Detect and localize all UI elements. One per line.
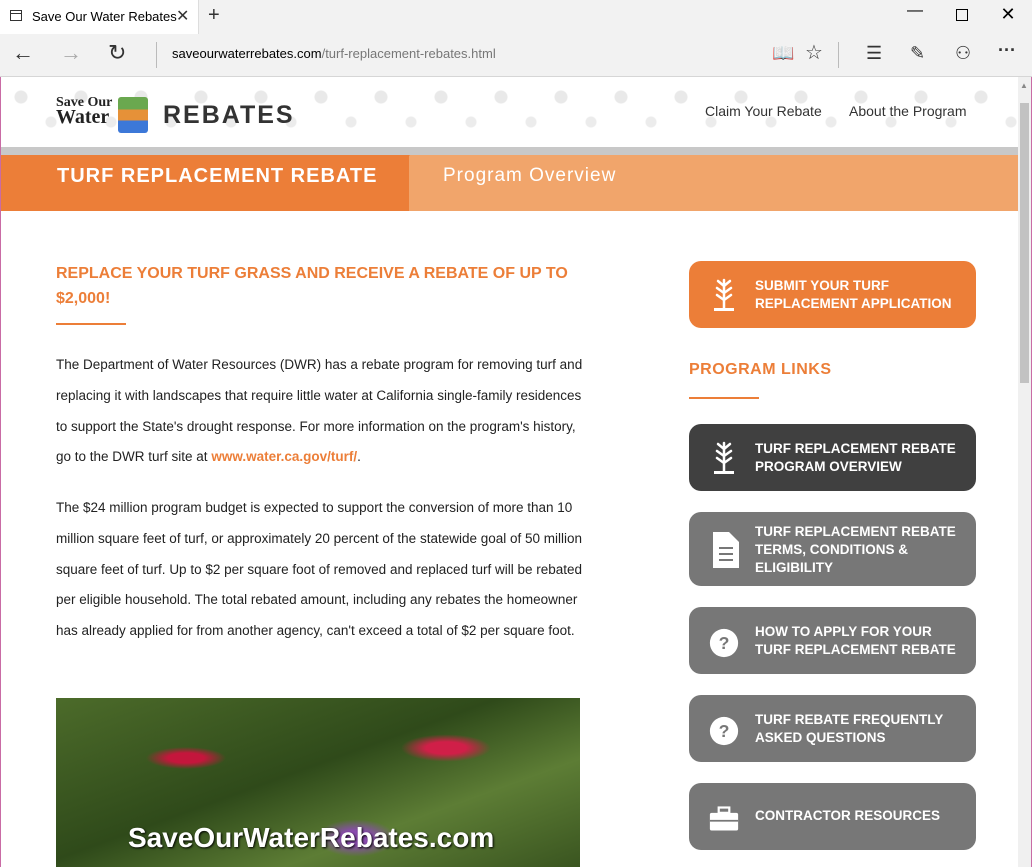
main-headline: REPLACE YOUR TURF GRASS AND RECEIVE A RE…	[56, 265, 568, 307]
title-band-notch	[396, 155, 410, 169]
page-title: TURF REPLACEMENT REBATE	[57, 165, 378, 187]
dwr-turf-link[interactable]: www.water.ca.gov/turf/	[211, 449, 357, 464]
refresh-button[interactable]: ↻	[108, 40, 126, 66]
submit-application-button[interactable]: SUBMIT YOUR TURF REPLACEMENT APPLICATION	[689, 261, 976, 328]
nav-claim-rebate[interactable]: Claim Your Rebate	[705, 103, 822, 119]
intro-end: .	[357, 449, 361, 465]
close-window-button[interactable]: ✕	[993, 4, 1023, 25]
headline-underline	[56, 323, 126, 325]
url-path: /turf-replacement-rebates.html	[321, 46, 496, 61]
link-label: TURF REBATE FREQUENTLY ASKED QUESTIONS	[755, 712, 944, 745]
logo-line2: Water	[56, 106, 110, 128]
briefcase-icon	[709, 806, 739, 831]
header-divider	[1, 147, 1018, 155]
garden-photo: SaveOurWaterRebates.com	[56, 698, 580, 867]
program-links-title: PROGRAM LINKS	[689, 361, 832, 378]
separator	[156, 42, 157, 68]
maximize-button[interactable]	[947, 4, 977, 26]
link-terms-conditions[interactable]: TURF REPLACEMENT REBATE TERMS, CONDITIONS…	[689, 512, 976, 586]
scroll-up-icon[interactable]: ▲	[1020, 81, 1028, 90]
intro-paragraph: The Department of Water Resources (DWR) …	[56, 350, 586, 473]
link-faq[interactable]: ? TURF REBATE FREQUENTLY ASKED QUESTIONS	[689, 695, 976, 762]
maximize-icon	[956, 9, 968, 21]
question-icon: ?	[709, 716, 739, 746]
link-label: CONTRACTOR RESOURCES	[755, 808, 941, 823]
budget-paragraph: The $24 million program budget is expect…	[56, 500, 583, 639]
url-host: saveourwaterrebates.com	[172, 46, 322, 61]
svg-text:?: ?	[719, 633, 730, 653]
plant-icon	[714, 278, 734, 311]
link-how-to-apply[interactable]: ? HOW TO APPLY FOR YOUR TURF REPLACEMENT …	[689, 607, 976, 674]
scrollbar-thumb[interactable]	[1020, 103, 1029, 383]
photo-caption: SaveOurWaterRebates.com	[128, 822, 495, 853]
address-toolbar: ← → ↻ saveourwaterrebates.com/turf-repla…	[0, 34, 1032, 77]
site-logo[interactable]: Save Our Water	[56, 95, 112, 128]
hub-icon[interactable]: ☰	[866, 43, 882, 64]
link-label: TURF REPLACEMENT REBATE TERMS, CONDITIONS…	[755, 524, 956, 575]
new-tab-button[interactable]: +	[208, 4, 220, 27]
share-icon[interactable]: ⚇	[955, 43, 971, 64]
page-scrollbar[interactable]: ▲	[1018, 77, 1031, 867]
reading-view-icon[interactable]: 📖	[772, 43, 794, 64]
logo-rebates-text: REBATES	[163, 101, 295, 129]
page-icon	[10, 10, 22, 21]
forward-button[interactable]: →	[60, 40, 82, 66]
address-bar[interactable]: saveourwaterrebates.com/turf-replacement…	[172, 46, 496, 61]
separator	[838, 42, 839, 68]
link-label: TURF REPLACEMENT REBATE PROGRAM OVERVIEW	[755, 441, 956, 474]
back-button[interactable]: ←	[12, 40, 34, 66]
tab-title: Save Our Water Rebates	[32, 9, 177, 24]
page-subtitle: Program Overview	[443, 165, 617, 186]
link-label: HOW TO APPLY FOR YOUR TURF REPLACEMENT RE…	[755, 624, 956, 657]
link-program-overview[interactable]: TURF REPLACEMENT REBATE PROGRAM OVERVIEW	[689, 424, 976, 491]
minimize-button[interactable]: —	[900, 2, 930, 20]
question-icon: ?	[709, 628, 739, 658]
document-icon	[713, 532, 739, 568]
link-contractor-resources[interactable]: CONTRACTOR RESOURCES	[689, 783, 976, 850]
plant-icon	[714, 441, 734, 474]
program-links-underline	[689, 397, 759, 399]
browser-tab[interactable]: Save Our Water Rebates ✕	[0, 0, 199, 34]
close-tab-icon[interactable]: ✕	[176, 6, 189, 26]
web-page: Save Our Water REBATES Claim Your Rebate…	[1, 77, 1018, 867]
nav-about-program[interactable]: About the Program	[849, 103, 967, 119]
web-note-icon[interactable]: ✎	[910, 43, 925, 64]
favorite-star-icon[interactable]: ☆	[805, 40, 823, 65]
logo-faucet-icon	[118, 97, 148, 133]
svg-text:?: ?	[719, 721, 730, 741]
more-icon[interactable]: ···	[998, 40, 1016, 61]
site-header: Save Our Water REBATES Claim Your Rebate…	[1, 77, 1018, 147]
title-bar: Save Our Water Rebates ✕ + — ✕	[0, 0, 1032, 34]
submit-label: SUBMIT YOUR TURF REPLACEMENT APPLICATION	[755, 278, 952, 311]
